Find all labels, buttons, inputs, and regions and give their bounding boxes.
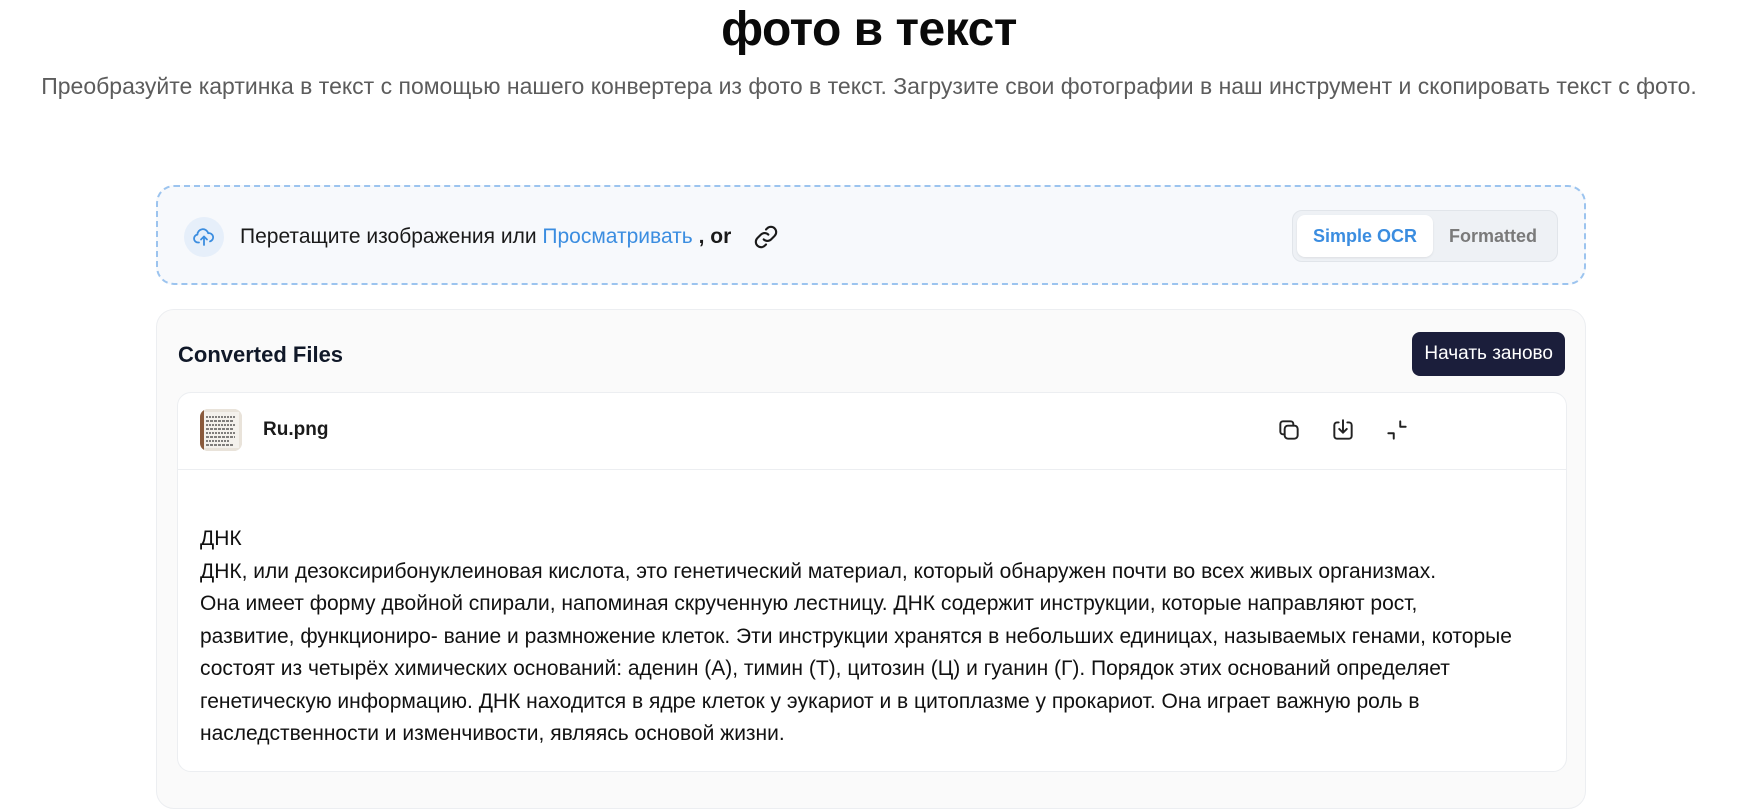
upload-prompt-text: Перетащите изображения или bbox=[240, 225, 543, 248]
page-title: фото в текст bbox=[721, 3, 1017, 56]
file-name: Ru.png bbox=[263, 419, 329, 440]
ocr-text-line: ДНК, или дезоксирибонуклеиновая кислота,… bbox=[200, 559, 1437, 583]
mode-formatted[interactable]: Formatted bbox=[1433, 215, 1553, 257]
page-subtitle: Преобразуйте картинка в текст с помощью … bbox=[41, 73, 1697, 99]
cloud-upload-icon[interactable] bbox=[184, 217, 224, 257]
ocr-mode-toggle: Simple OCR Formatted bbox=[1291, 210, 1558, 262]
converted-files-title: Converted Files bbox=[178, 342, 344, 367]
ocr-result-text: ДНК ДНК, или дезоксирибонуклеиновая кисл… bbox=[200, 523, 1560, 751]
copy-icon[interactable] bbox=[1274, 415, 1304, 445]
ocr-text-line: наследственности и изменчивости, являясь… bbox=[200, 722, 785, 745]
collapse-icon[interactable] bbox=[1382, 415, 1412, 445]
or-text: , or bbox=[692, 225, 732, 248]
file-card: Ru.png ДНК ДНК, или дезоксирибонуклеинов… bbox=[177, 392, 1567, 772]
ocr-text-line: генетическую информацию. ДНК находится в… bbox=[200, 689, 1420, 713]
upload-dropzone[interactable]: Перетащите изображения или Просматривать… bbox=[156, 185, 1586, 285]
browse-link[interactable]: Просматривать bbox=[542, 225, 692, 248]
upload-prompt: Перетащите изображения или Просматривать… bbox=[240, 223, 731, 251]
ocr-text-line: ДНК bbox=[200, 527, 242, 550]
file-thumbnail bbox=[200, 409, 242, 451]
ocr-text-line: развитие, функциониро- вание и размножен… bbox=[200, 624, 1512, 648]
ocr-text-line: состоят из четырёх химических оснований:… bbox=[200, 657, 1450, 680]
mode-simple-ocr[interactable]: Simple OCR bbox=[1296, 215, 1433, 257]
file-header: Ru.png bbox=[178, 393, 1566, 470]
converted-files-panel: Converted Files Начать заново Ru.png ДНК… bbox=[156, 309, 1586, 809]
link-icon[interactable] bbox=[752, 223, 780, 251]
download-icon[interactable] bbox=[1328, 415, 1358, 445]
restart-button[interactable]: Начать заново bbox=[1412, 332, 1565, 376]
ocr-text-line: Она имеет форму двойной спирали, напомин… bbox=[200, 592, 1418, 615]
